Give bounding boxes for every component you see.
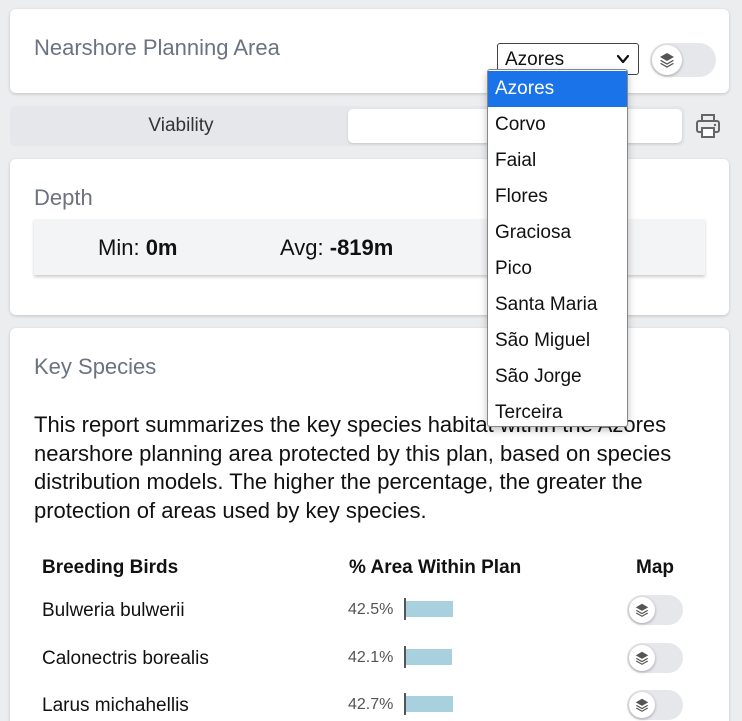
species-percent-bar xyxy=(404,598,453,620)
depth-min-value: 0m xyxy=(145,235,178,260)
planning-area-dropdown-list: Azores Corvo Faial Flores Graciosa Pico … xyxy=(487,69,628,427)
column-header-percent: % Area Within Plan xyxy=(349,557,522,578)
dropdown-option-terceira[interactable]: Terceira xyxy=(488,395,627,431)
depth-title: Depth xyxy=(34,185,93,210)
dropdown-option-pico[interactable]: Pico xyxy=(488,251,627,287)
layer-toggle-knob xyxy=(652,45,682,75)
species-percent-bar xyxy=(404,693,453,715)
dropdown-option-azores[interactable]: Azores xyxy=(488,71,627,107)
species-name: Larus michahellis xyxy=(42,695,189,716)
species-percent-bar xyxy=(404,646,453,668)
column-header-species: Breeding Birds xyxy=(42,557,179,578)
species-name: Calonectris borealis xyxy=(42,648,209,669)
species-map-toggle[interactable] xyxy=(627,690,683,720)
dropdown-option-graciosa[interactable]: Graciosa xyxy=(488,215,627,251)
layers-icon xyxy=(635,651,649,665)
column-header-map: Map xyxy=(636,557,674,578)
depth-min-label: Min: xyxy=(98,235,140,260)
dropdown-option-sao-jorge[interactable]: São Jorge xyxy=(488,359,627,395)
species-percent-label: 42.5% xyxy=(348,601,394,618)
planning-area-title: Nearshore Planning Area xyxy=(34,35,280,60)
dropdown-option-sao-miguel[interactable]: São Miguel xyxy=(488,323,627,359)
depth-min: Min: 0m xyxy=(98,235,177,261)
species-map-toggle-knob xyxy=(629,692,655,718)
key-species-title: Key Species xyxy=(34,354,157,379)
planning-area-selected-value: Azores xyxy=(505,49,565,70)
depth-avg-label: Avg: xyxy=(280,235,324,260)
species-map-toggle[interactable] xyxy=(627,595,683,625)
depth-avg-value: -819m xyxy=(329,235,394,260)
depth-avg: Avg: -819m xyxy=(280,235,393,261)
species-percent-label: 42.1% xyxy=(348,649,394,666)
species-map-toggle-knob xyxy=(629,597,655,623)
dropdown-option-faial[interactable]: Faial xyxy=(488,143,627,179)
species-percent-bar-fill xyxy=(406,696,453,712)
species-percent-label: 42.7% xyxy=(348,696,394,713)
dropdown-option-santa-maria[interactable]: Santa Maria xyxy=(488,287,627,323)
species-percent-bar-fill xyxy=(406,601,453,617)
layers-icon xyxy=(660,53,674,68)
species-percent-bar-fill xyxy=(406,649,453,665)
layers-icon xyxy=(635,698,649,712)
species-name: Bulweria bulwerii xyxy=(42,600,185,621)
species-map-toggle[interactable] xyxy=(627,643,683,673)
tab-viability[interactable]: Viability xyxy=(13,109,349,143)
species-map-toggle-knob xyxy=(629,645,655,671)
dropdown-option-flores[interactable]: Flores xyxy=(488,179,627,215)
dropdown-option-corvo[interactable]: Corvo xyxy=(488,107,627,143)
printer-icon[interactable] xyxy=(694,112,722,140)
chevron-down-icon xyxy=(616,54,630,64)
layers-icon xyxy=(635,603,649,617)
layer-toggle[interactable] xyxy=(650,43,716,77)
